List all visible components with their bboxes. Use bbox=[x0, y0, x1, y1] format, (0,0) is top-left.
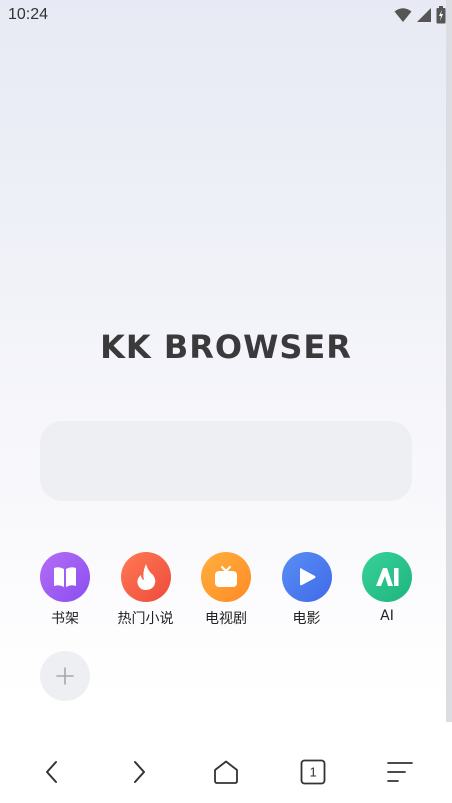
status-time: 10:24 bbox=[8, 6, 49, 23]
signal-icon bbox=[417, 8, 431, 22]
ai-icon bbox=[362, 552, 412, 602]
bookshelf-icon bbox=[40, 552, 90, 602]
tv-icon bbox=[201, 552, 251, 602]
brand-logo-title: KK BROWSER bbox=[100, 328, 352, 366]
wifi-icon bbox=[394, 8, 412, 22]
flame-icon bbox=[120, 552, 171, 602]
menu-icon bbox=[387, 762, 414, 782]
shortcut-bookshelf[interactable]: 书架 bbox=[25, 552, 105, 628]
add-shortcut-button[interactable] bbox=[40, 651, 90, 701]
tabs-button[interactable]: 1 bbox=[288, 747, 338, 797]
search-input[interactable] bbox=[40, 421, 412, 501]
forward-button[interactable] bbox=[114, 747, 164, 797]
shortcut-tv-series[interactable]: 电视剧 bbox=[186, 552, 266, 628]
shortcut-ai[interactable]: AI bbox=[347, 552, 427, 628]
shortcut-movies[interactable]: 电影 bbox=[267, 552, 347, 628]
chevron-left-icon bbox=[45, 761, 57, 783]
plus-icon bbox=[56, 667, 74, 685]
chevron-right-icon bbox=[133, 761, 145, 783]
home-icon bbox=[214, 760, 238, 784]
back-button[interactable] bbox=[27, 747, 77, 797]
home-button[interactable] bbox=[201, 747, 251, 797]
bottom-navigation: 1 bbox=[0, 744, 452, 800]
status-icons bbox=[394, 6, 446, 24]
shortcut-label: 电影 bbox=[292, 611, 321, 627]
shortcut-label: 热门小说 bbox=[117, 611, 174, 627]
shortcut-label: AI bbox=[380, 608, 394, 624]
shortcut-label: 电视剧 bbox=[205, 611, 247, 627]
status-bar: 10:24 bbox=[0, 0, 452, 32]
shortcut-label: 书架 bbox=[51, 611, 79, 627]
shortcut-hot-novels[interactable]: 热门小说 bbox=[106, 552, 186, 628]
battery-icon bbox=[436, 6, 446, 24]
play-icon bbox=[281, 552, 332, 602]
shortcut-grid: 书架 热门小说 电视剧 电影 AI bbox=[25, 552, 427, 628]
tab-count: 1 bbox=[309, 764, 317, 780]
menu-button[interactable] bbox=[375, 747, 425, 797]
